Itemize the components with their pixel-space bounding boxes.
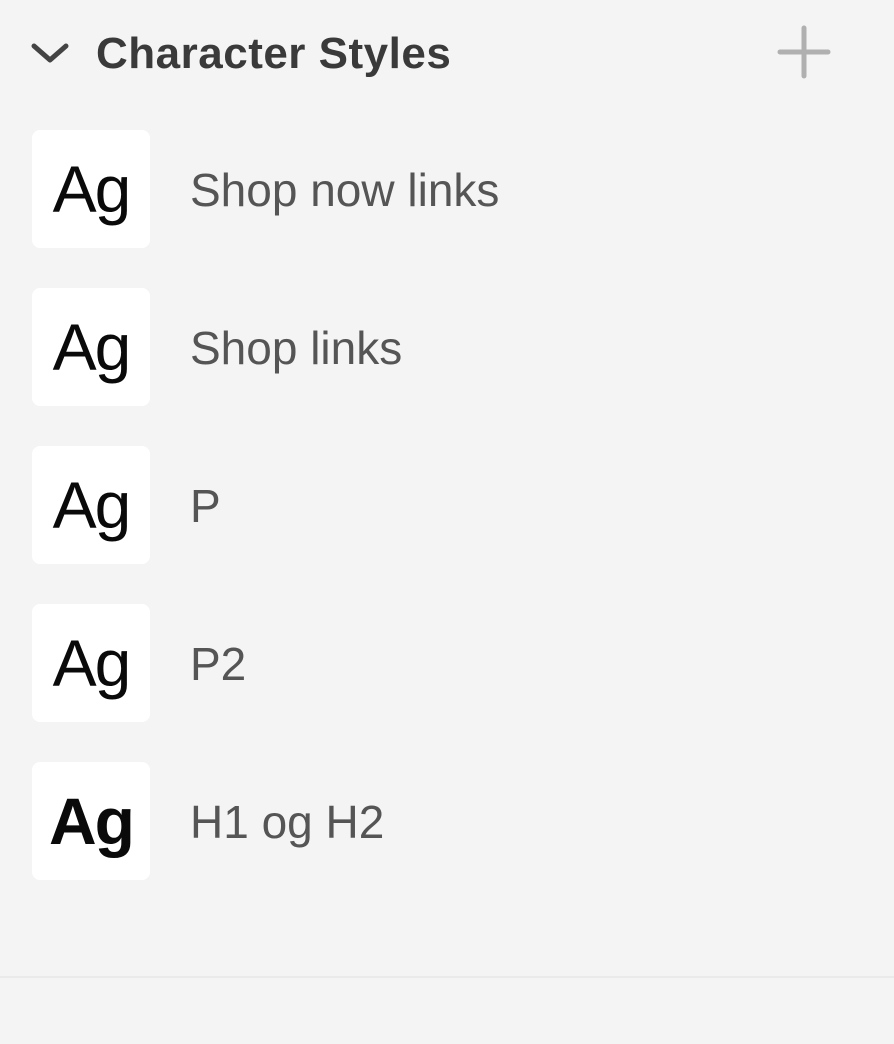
style-item-label: Shop now links [190,164,500,216]
style-preview-swatch: Ag [32,446,150,564]
style-preview-text: Ag [52,152,132,226]
style-preview-swatch: Ag [32,288,150,406]
style-item-p2[interactable]: Ag P2 [0,604,894,724]
style-preview-text: Ag [52,468,132,542]
plus-icon[interactable] [776,24,832,80]
style-item-label: P [190,480,221,532]
panel-footer [0,978,894,1044]
style-preview-swatch: Ag [32,604,150,722]
style-preview-text: Ag [49,784,135,858]
style-item-shop-now-links[interactable]: Ag Shop now links [0,130,894,250]
style-item-p[interactable]: Ag P [0,446,894,566]
style-item-shop-links[interactable]: Ag Shop links [0,288,894,408]
style-preview-text: Ag [52,310,132,384]
section-title: Character Styles [96,29,452,78]
style-item-label: Shop links [190,322,403,374]
character-styles-panel: Character Styles Ag Shop now links Ag Sh… [0,0,894,976]
style-item-h1-og-h2[interactable]: Ag H1 og H2 [0,762,894,882]
chevron-down-icon[interactable] [30,34,70,74]
style-preview-swatch: Ag [32,130,150,248]
section-header[interactable]: Character Styles [0,18,894,88]
style-preview-swatch: Ag [32,762,150,880]
style-preview-text: Ag [52,626,132,700]
style-item-label: P2 [190,638,247,690]
style-item-label: H1 og H2 [190,796,385,848]
